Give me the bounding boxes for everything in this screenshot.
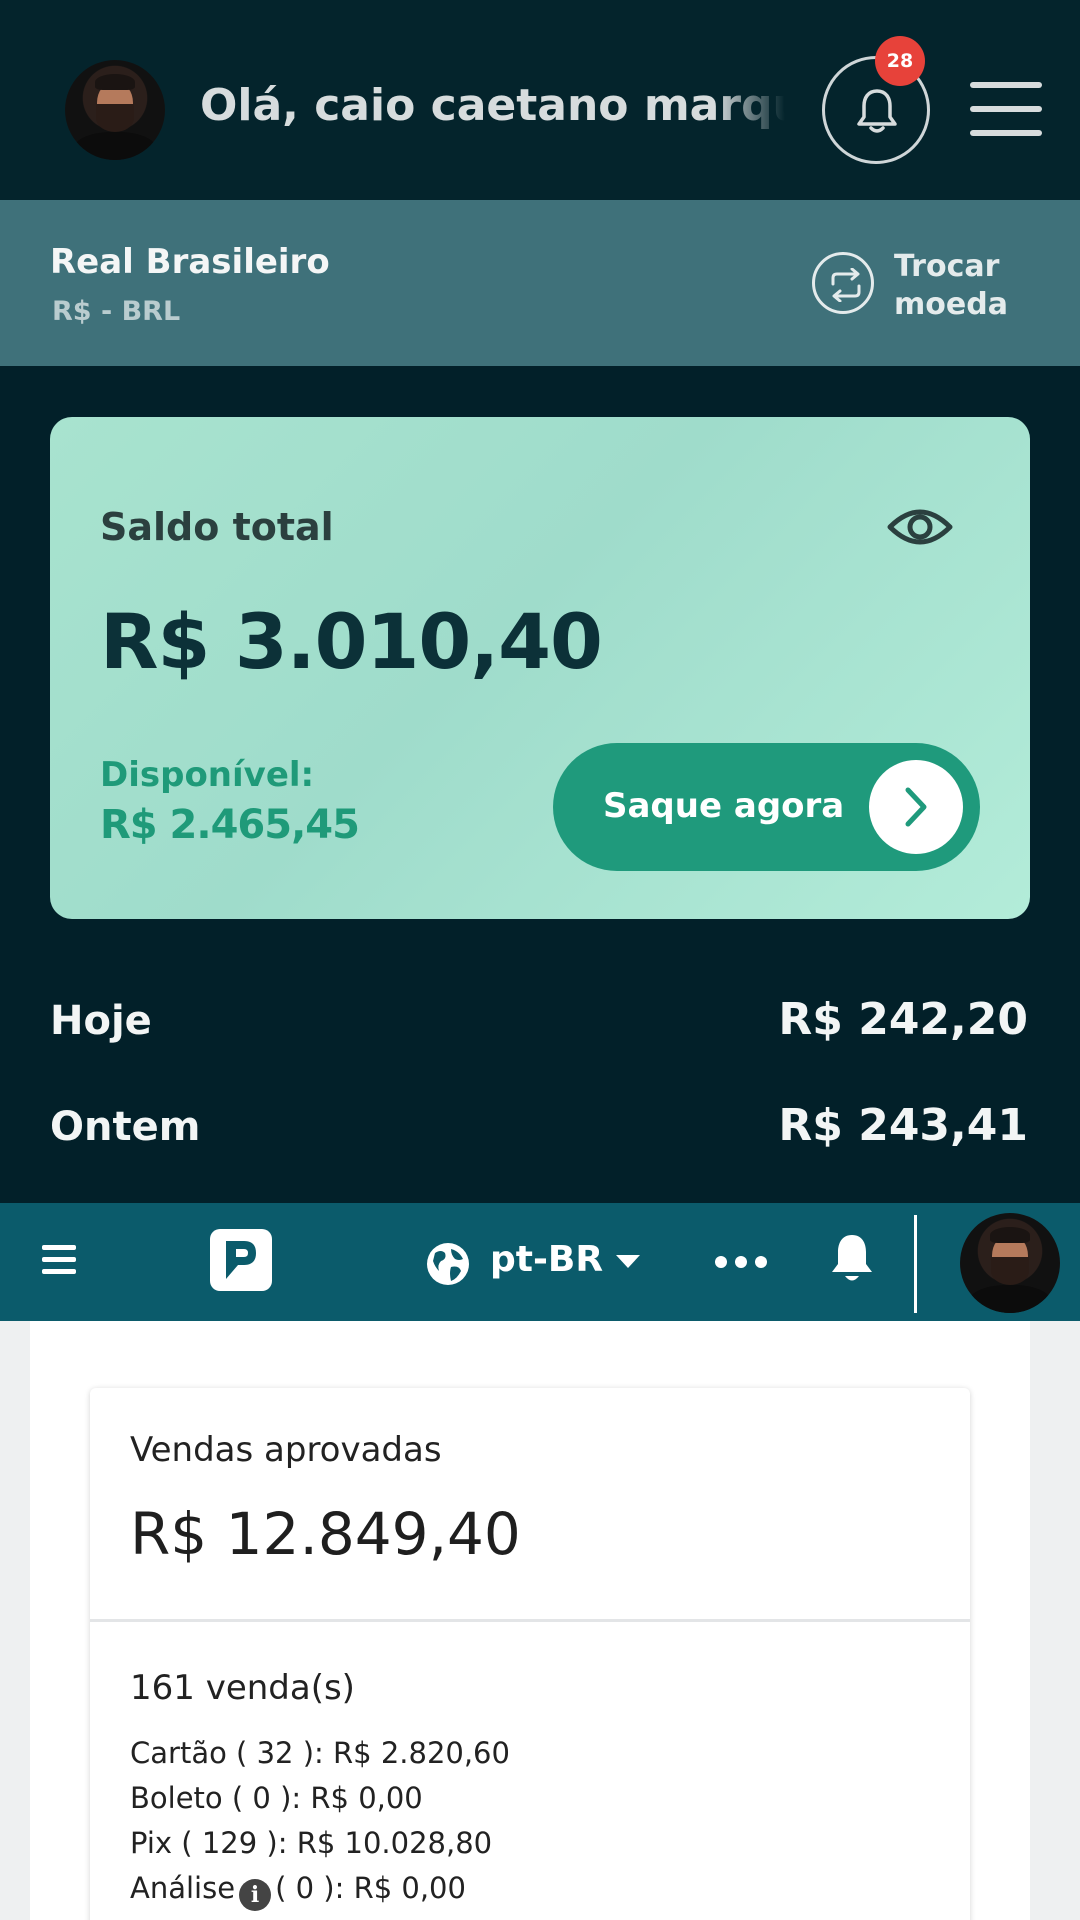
currency-name: Real Brasileiro [50, 242, 330, 282]
balance-total: R$ 3.010,40 [100, 597, 603, 686]
language-selector[interactable]: pt-BR [490, 1239, 603, 1280]
sidebar-menu-icon[interactable] [42, 1245, 76, 1275]
bell-icon[interactable] [828, 1233, 876, 1285]
chevron-right-icon [869, 760, 963, 854]
approved-sales-title: Vendas aprovadas [130, 1430, 442, 1470]
globe-icon[interactable] [425, 1241, 471, 1287]
balance-card: Saldo total R$ 3.010,40 Disponível: R$ 2… [50, 417, 1030, 919]
info-icon[interactable]: i [239, 1879, 272, 1911]
secondary-navbar: pt-BR [0, 1203, 1080, 1321]
today-label: Hoje [50, 998, 152, 1044]
analysis-sales-line: Análise i( 0 ): R$ 0,00 [130, 1871, 466, 1911]
pix-sales-line: Pix ( 129 ): R$ 10.028,80 [130, 1826, 493, 1860]
logo-icon[interactable] [210, 1229, 272, 1291]
swap-currency-button[interactable]: Trocar moeda [894, 248, 1034, 324]
withdraw-button[interactable]: Saque agora [553, 743, 980, 871]
eye-icon[interactable] [886, 503, 954, 551]
analysis-label: Análise [130, 1871, 236, 1905]
today-value: R$ 242,20 [778, 994, 1028, 1045]
notification-count-badge: 28 [875, 36, 925, 86]
balance-label: Saldo total [100, 505, 334, 549]
menu-icon[interactable] [970, 82, 1042, 136]
sales-count: 161 venda(s) [130, 1668, 355, 1708]
boleto-sales-line: Boleto ( 0 ): R$ 0,00 [130, 1781, 423, 1815]
available-label: Disponível: [100, 755, 315, 795]
approved-sales-total: R$ 12.849,40 [130, 1500, 521, 1568]
yesterday-value: R$ 243,41 [778, 1100, 1028, 1151]
analysis-value: ( 0 ): R$ 0,00 [275, 1871, 466, 1905]
greeting-text: Olá, caio caetano marques [200, 80, 785, 131]
currency-code: R$ - BRL [52, 296, 181, 327]
yesterday-label: Ontem [50, 1104, 201, 1150]
card-sales-line: Cartão ( 32 ): R$ 2.820,60 [130, 1736, 510, 1770]
available-value: R$ 2.465,45 [100, 802, 360, 848]
user-avatar[interactable] [65, 60, 165, 160]
navbar-divider [914, 1215, 917, 1313]
withdraw-label: Saque agora [603, 786, 845, 826]
divider [90, 1619, 970, 1622]
app-header: Olá, caio caetano marques 28 [0, 0, 1080, 200]
more-icon[interactable] [715, 1256, 767, 1268]
bell-icon [857, 89, 897, 133]
user-avatar[interactable] [960, 1213, 1060, 1313]
swap-icon[interactable] [812, 252, 874, 314]
chevron-down-icon[interactable] [616, 1255, 640, 1268]
approved-sales-card: Vendas aprovadas R$ 12.849,40 161 venda(… [90, 1388, 970, 1920]
